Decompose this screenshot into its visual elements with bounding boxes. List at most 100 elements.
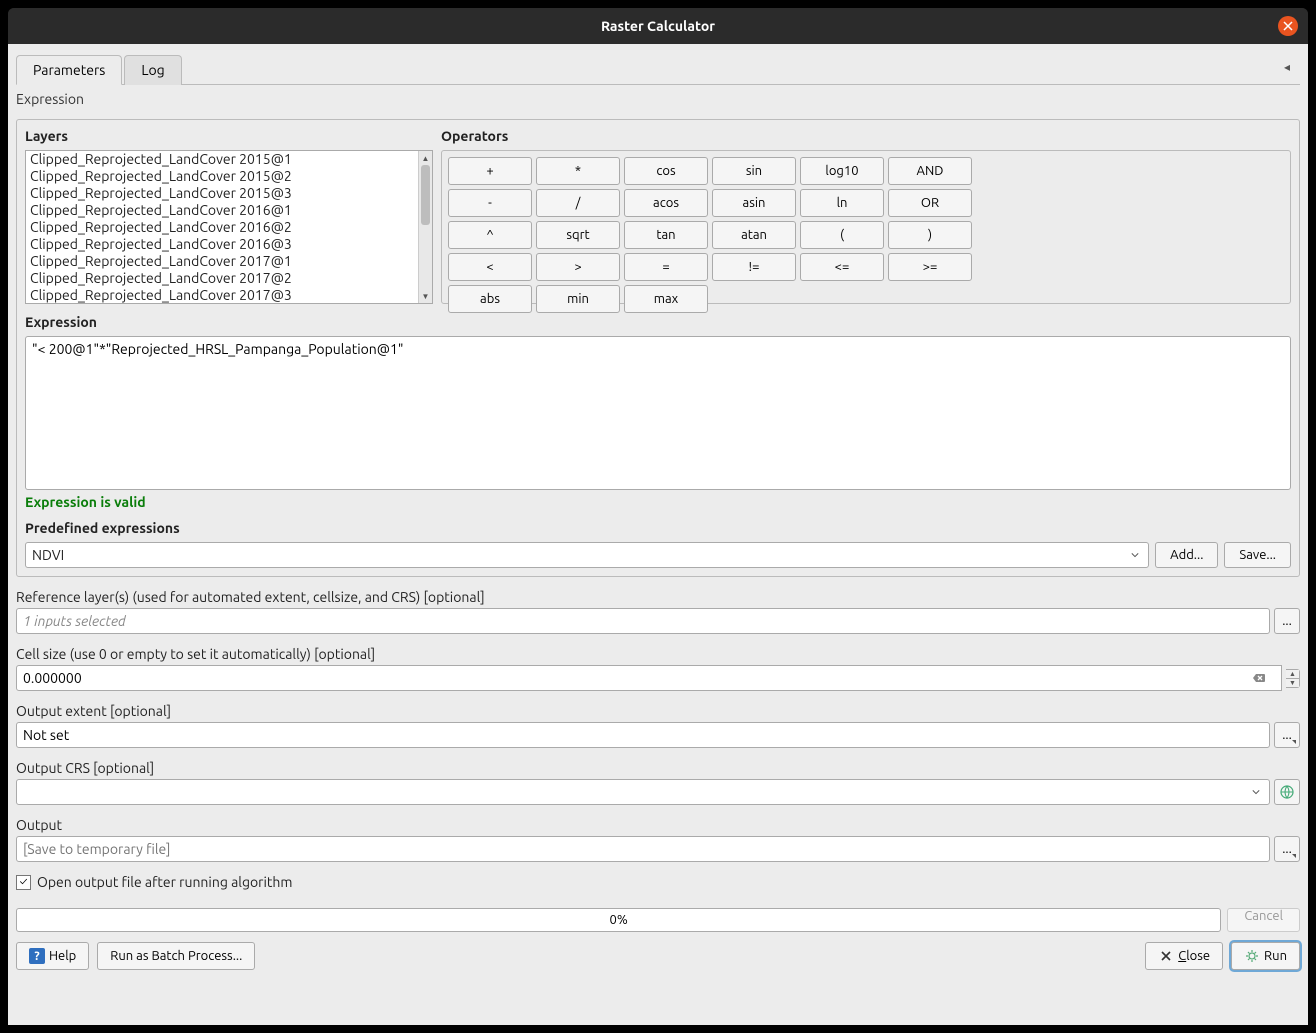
list-item[interactable]: Clipped_Reprojected_LandCover 2016@2 (26, 219, 418, 236)
add-button[interactable]: Add... (1155, 542, 1218, 568)
op-plus-button[interactable]: + (448, 157, 532, 185)
op-acos-button[interactable]: acos (624, 189, 708, 217)
close-button[interactable]: CCloselose (1145, 942, 1223, 970)
list-item[interactable]: Clipped_Reprojected_LandCover 2017@2 (26, 270, 418, 287)
layers-scrollbar[interactable]: ▲ ▼ (418, 151, 432, 303)
spin-down-icon[interactable]: ▼ (1286, 679, 1299, 687)
list-item[interactable]: Clipped_Reprojected_LandCover 2016@1 (26, 202, 418, 219)
help-icon: ? (29, 948, 45, 964)
op-log10-button[interactable]: log10 (800, 157, 884, 185)
expression-valid-msg: Expression is valid (25, 494, 1291, 510)
op-min-button[interactable]: min (536, 285, 620, 313)
clear-icon[interactable] (1252, 671, 1266, 685)
op-eq-button[interactable]: = (624, 253, 708, 281)
op-cos-button[interactable]: cos (624, 157, 708, 185)
titlebar: Raster Calculator (8, 8, 1308, 44)
content-area: Parameters Log ◂ Expression Layers Clipp… (8, 44, 1308, 1025)
op-lparen-button[interactable]: ( (800, 221, 884, 249)
reference-layer-label: Reference layer(s) (used for automated e… (16, 589, 1300, 605)
layers-list-inner[interactable]: Clipped_Reprojected_LandCover 2015@1 Cli… (26, 151, 418, 303)
output-browse-button[interactable]: ... (1274, 836, 1300, 862)
progress-row: 0% Cancel (16, 908, 1300, 932)
spin-up-icon[interactable]: ▲ (1286, 670, 1299, 679)
run-button[interactable]: Run (1231, 942, 1300, 970)
output-input[interactable] (16, 836, 1270, 862)
window: Raster Calculator Parameters Log ◂ Expre… (8, 8, 1308, 1025)
cell-size-input[interactable] (16, 665, 1282, 691)
output-label: Output (16, 817, 1300, 833)
list-item[interactable]: Clipped_Reprojected_LandCover 2015@2 (26, 168, 418, 185)
tab-parameters[interactable]: Parameters (16, 55, 122, 85)
op-sqrt-button[interactable]: sqrt (536, 221, 620, 249)
output-row: Output ... (16, 817, 1300, 862)
window-close-button[interactable] (1278, 16, 1298, 36)
op-gte-button[interactable]: >= (888, 253, 972, 281)
op-div-button[interactable]: / (536, 189, 620, 217)
open-output-row: ✓ Open output file after running algorit… (16, 874, 1300, 890)
close-icon (1283, 21, 1293, 31)
op-neq-button[interactable]: != (712, 253, 796, 281)
help-button-label: Help (49, 949, 76, 963)
run-button-label: Run (1264, 949, 1287, 963)
expression-group-heading: Expression (16, 89, 1300, 109)
op-or-button[interactable]: OR (888, 189, 972, 217)
list-item[interactable]: Clipped_Reprojected_LandCover 2015@1 (26, 151, 418, 168)
tab-bar: Parameters Log ◂ (16, 54, 1300, 85)
op-lt-button[interactable]: < (448, 253, 532, 281)
operators-grid: + * cos sin log10 AND - / acos asin ln O… (441, 150, 1291, 304)
op-mult-button[interactable]: * (536, 157, 620, 185)
scrollbar-thumb[interactable] (421, 165, 430, 225)
output-extent-row: Output extent [optional] ... (16, 703, 1300, 748)
op-lte-button[interactable]: <= (800, 253, 884, 281)
batch-button[interactable]: Run as Batch Process... (97, 942, 255, 970)
list-item[interactable]: Clipped_Reprojected_LandCover 2015@3 (26, 185, 418, 202)
op-asin-button[interactable]: asin (712, 189, 796, 217)
op-pow-button[interactable]: ^ (448, 221, 532, 249)
op-and-button[interactable]: AND (888, 157, 972, 185)
layers-list: Clipped_Reprojected_LandCover 2015@1 Cli… (25, 150, 433, 304)
output-crs-label: Output CRS [optional] (16, 760, 1300, 776)
cell-size-label: Cell size (use 0 or empty to set it auto… (16, 646, 1300, 662)
scroll-up-icon[interactable]: ▲ (419, 151, 432, 165)
output-extent-input[interactable] (16, 722, 1270, 748)
op-minus-button[interactable]: - (448, 189, 532, 217)
predefined-value: NDVI (32, 547, 1128, 563)
op-max-button[interactable]: max (624, 285, 708, 313)
save-button[interactable]: Save... (1224, 542, 1291, 568)
cancel-button: Cancel (1227, 908, 1300, 932)
reference-layer-input[interactable] (16, 608, 1270, 634)
output-crs-row: Output CRS [optional] (16, 760, 1300, 805)
help-button[interactable]: ? Help (16, 942, 89, 970)
cell-size-spinner[interactable]: ▲ ▼ (1286, 669, 1300, 688)
expression-input-wrap (25, 336, 1291, 490)
reference-layer-row: Reference layer(s) (used for automated e… (16, 589, 1300, 634)
tab-log[interactable]: Log (124, 55, 181, 85)
crs-picker-button[interactable] (1274, 779, 1300, 805)
list-item[interactable]: Clipped_Reprojected_LandCover 2017@3 (26, 287, 418, 303)
op-atan-button[interactable]: atan (712, 221, 796, 249)
op-sin-button[interactable]: sin (712, 157, 796, 185)
layers-panel: Layers Clipped_Reprojected_LandCover 201… (25, 128, 433, 304)
expression-input[interactable] (32, 341, 1284, 485)
op-gt-button[interactable]: > (536, 253, 620, 281)
reference-layer-browse-button[interactable]: ... (1274, 608, 1300, 634)
layers-title: Layers (25, 128, 433, 144)
list-item[interactable]: Clipped_Reprojected_LandCover 2017@1 (26, 253, 418, 270)
op-tan-button[interactable]: tan (624, 221, 708, 249)
op-abs-button[interactable]: abs (448, 285, 532, 313)
panel-collapse-icon[interactable]: ◂ (1284, 60, 1300, 76)
open-output-checkbox[interactable]: ✓ (16, 875, 31, 890)
output-crs-combo[interactable] (16, 779, 1270, 805)
predefined-label: Predefined expressions (25, 520, 1291, 536)
expression-label: Expression (25, 314, 1291, 330)
scroll-down-icon[interactable]: ▼ (419, 289, 432, 303)
operators-title: Operators (441, 128, 1291, 144)
output-extent-browse-button[interactable]: ... (1274, 722, 1300, 748)
list-item[interactable]: Clipped_Reprojected_LandCover 2016@3 (26, 236, 418, 253)
cell-size-row: Cell size (use 0 or empty to set it auto… (16, 646, 1300, 691)
predefined-combo[interactable]: NDVI (25, 542, 1149, 568)
op-ln-button[interactable]: ln (800, 189, 884, 217)
expression-groupbox: Layers Clipped_Reprojected_LandCover 201… (16, 119, 1300, 577)
window-title: Raster Calculator (601, 18, 715, 34)
op-rparen-button[interactable]: ) (888, 221, 972, 249)
